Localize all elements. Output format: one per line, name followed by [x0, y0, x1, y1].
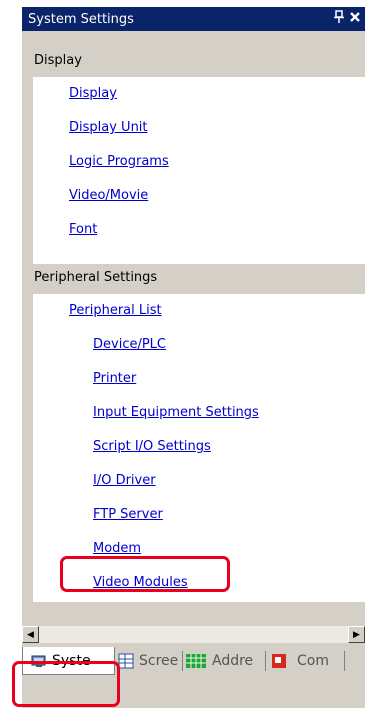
link-io-driver[interactable]: I/O Driver — [93, 473, 156, 488]
link-input-equipment-settings[interactable]: Input Equipment Settings — [93, 405, 259, 420]
tab-address[interactable]: Addre — [185, 647, 257, 675]
horizontal-scrollbar[interactable]: ◀ ▶ — [22, 626, 365, 643]
tab-label: Addre — [212, 653, 254, 669]
link-ftp-server[interactable]: FTP Server — [93, 507, 163, 522]
system-settings-panel: System Settings Display Display Display … — [22, 7, 365, 708]
arrow-right-icon: ▶ — [353, 629, 360, 640]
link-peripheral-list[interactable]: Peripheral List — [69, 303, 162, 318]
link-video-modules[interactable]: Video Modules — [93, 575, 188, 590]
scroll-left-button[interactable]: ◀ — [22, 626, 39, 643]
tab-screen-list[interactable]: Scree — [118, 647, 178, 675]
settings-tree: Display Display Display Unit Logic Progr… — [22, 31, 365, 635]
tab-separator — [265, 651, 266, 671]
pin-icon[interactable] — [333, 10, 345, 28]
tab-separator — [344, 651, 345, 671]
tab-label: Syste — [52, 652, 91, 669]
link-device-plc[interactable]: Device/PLC — [93, 337, 166, 352]
common-settings-icon — [271, 653, 287, 669]
section-body-peripheral: Peripheral List Device/PLC Printer Input… — [33, 294, 365, 602]
section-header-label: Peripheral Settings — [34, 269, 158, 285]
scroll-track[interactable] — [39, 626, 348, 643]
section-header-label: Display — [34, 52, 82, 68]
close-icon[interactable] — [349, 11, 361, 27]
link-script-io-settings[interactable]: Script I/O Settings — [93, 439, 211, 454]
tab-common-settings[interactable]: Com — [271, 647, 331, 675]
panel-tab-bar: Syste Scree Addre Com — [22, 645, 365, 677]
link-modem[interactable]: Modem — [93, 541, 141, 556]
tab-label: Scree — [139, 653, 179, 669]
address-icon — [185, 653, 207, 669]
arrow-left-icon: ◀ — [27, 629, 34, 640]
scroll-right-button[interactable]: ▶ — [348, 626, 365, 643]
link-printer[interactable]: Printer — [93, 371, 136, 386]
tab-label: Com — [297, 653, 329, 669]
link-font[interactable]: Font — [69, 222, 97, 237]
link-display[interactable]: Display — [69, 86, 117, 101]
link-display-unit[interactable]: Display Unit — [69, 120, 148, 135]
tab-separator — [182, 651, 183, 671]
screen-list-icon — [118, 653, 134, 669]
section-header-display[interactable]: Display — [22, 47, 365, 73]
link-logic-programs[interactable]: Logic Programs — [69, 154, 169, 169]
tab-system-settings[interactable]: Syste — [22, 647, 115, 675]
system-settings-icon — [31, 653, 47, 669]
section-body-display: Display Display Unit Logic Programs Vide… — [33, 77, 365, 271]
panel-title-bar: System Settings — [22, 7, 365, 31]
section-header-peripheral[interactable]: Peripheral Settings — [22, 264, 365, 290]
link-video-movie[interactable]: Video/Movie — [69, 188, 148, 203]
panel-title: System Settings — [28, 11, 134, 27]
